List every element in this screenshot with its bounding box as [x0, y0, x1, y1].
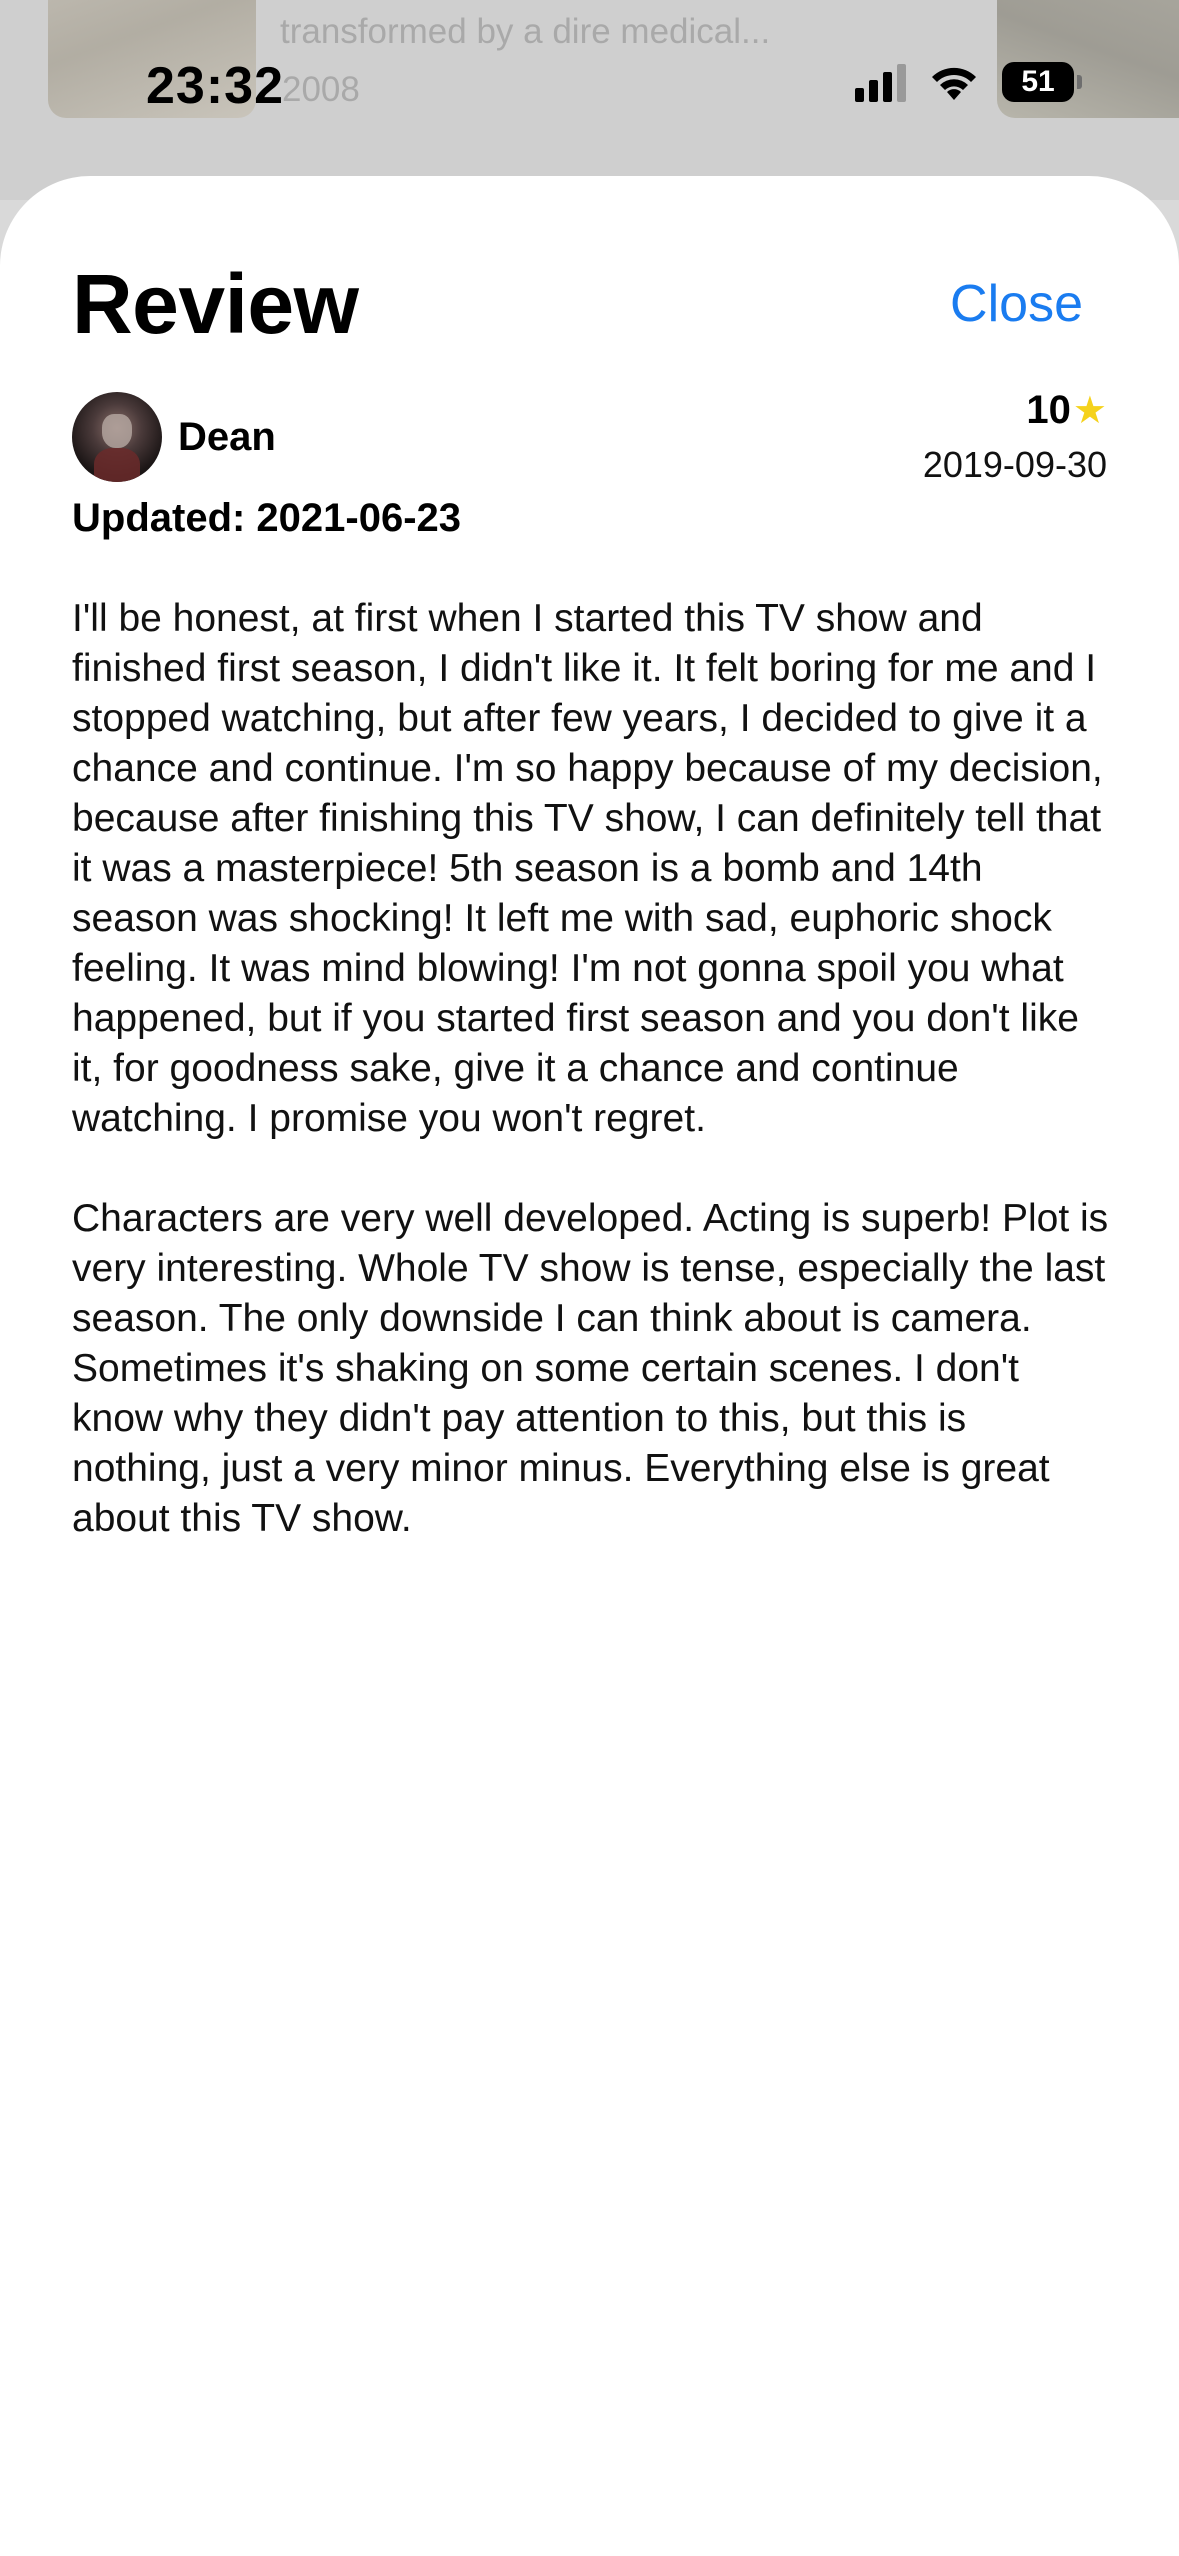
- status-bar-icons: 51: [855, 62, 1082, 102]
- close-button[interactable]: Close: [950, 274, 1083, 334]
- author-name: Dean: [178, 414, 276, 459]
- wifi-icon: [932, 67, 976, 100]
- star-icon: ★: [1072, 390, 1107, 432]
- rating-value: 10: [1026, 388, 1071, 432]
- review-sheet: Review Close Dean 10 ★ 2019-09-30 Update…: [0, 176, 1179, 2556]
- review-body: I'll be honest, at first when I started …: [72, 594, 1112, 1594]
- background-overview-text: transformed by a dire medical...: [280, 12, 771, 51]
- review-date: 2019-09-30: [922, 444, 1107, 485]
- review-author: Dean: [72, 392, 276, 482]
- review-paragraph: I'll be honest, at first when I started …: [72, 597, 1103, 1140]
- review-paragraph: Characters are very well developed. Acti…: [72, 1197, 1109, 1540]
- review-rating: 10 ★: [1026, 388, 1107, 433]
- updated-date: Updated: 2021-06-23: [72, 496, 462, 540]
- battery-icon: 51: [1002, 62, 1082, 102]
- sheet-title: Review: [72, 257, 359, 351]
- battery-level: 51: [1021, 65, 1055, 98]
- avatar: [72, 392, 162, 482]
- background-year-text: 2008: [282, 70, 360, 109]
- cellular-signal-icon: [855, 62, 906, 102]
- status-bar-time: 23:32: [146, 57, 284, 115]
